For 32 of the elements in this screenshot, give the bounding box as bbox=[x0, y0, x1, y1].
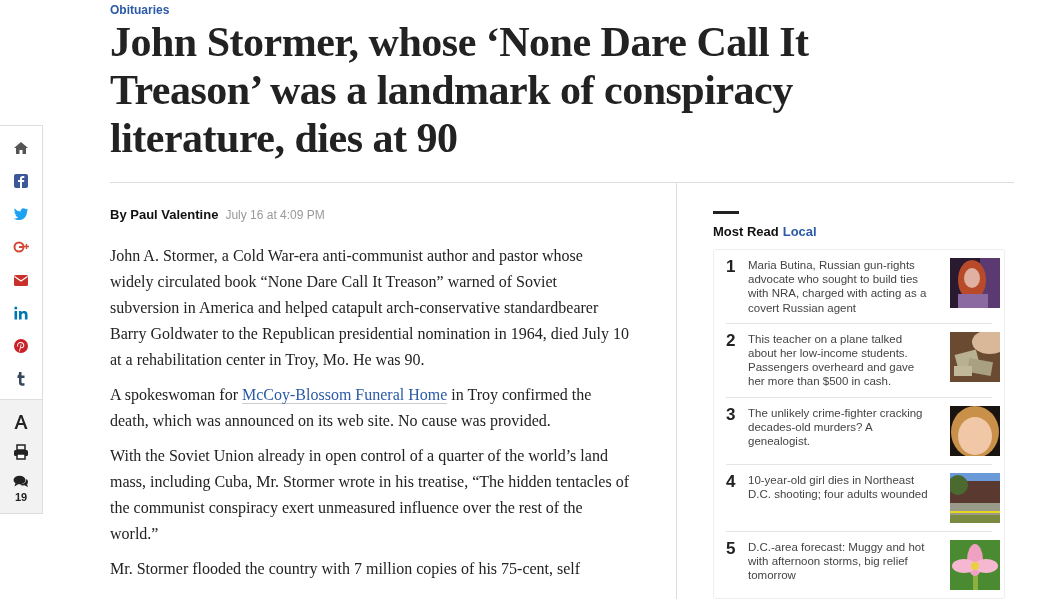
paragraph: Mr. Stormer flooded the country with 7 million copies of his 75-cent, self bbox=[110, 559, 582, 580]
story-link[interactable]: D.C.-area forecast: Muggy and hot with afternoon storms, big relief tomorrow bbox=[748, 539, 932, 590]
paragraph: A spokeswoman for McCoy-Blossom Funeral Home in Troy confirmed the death, which was announced on its web site. No cause was provided. bbox=[110, 385, 593, 432]
paragraph: With the Soviet Union already in open control of a quarter of the world’s land mass, including Cuba, Mr. Stormer wrote in his treatise, “The hidden tentacles of the communist conspiracy exert unmeasured influence over the rest of the world.” bbox=[110, 446, 630, 544]
email-icon[interactable] bbox=[13, 272, 29, 288]
twitter-icon[interactable] bbox=[13, 206, 29, 222]
facebook-icon[interactable] bbox=[13, 173, 29, 189]
paragraph: John A. Stormer, a Cold War-era anti-communist author and pastor whose widely circulated book “None Dare Call It Treason” warned of Soviet subversion in America and helped catapult arch-conservative standardbearer Barry Goldwater to the Republican presidential nomination in 1964, died July 10 at a rehabilitation center in Troy, Mo. He was 90. bbox=[110, 246, 630, 371]
linkedin-icon[interactable] bbox=[13, 305, 29, 321]
rank-number: 2 bbox=[726, 331, 737, 352]
story-link[interactable]: The unlikely crime-fighter cracking decades-old murders? A genealogist. bbox=[748, 405, 932, 456]
most-read-section[interactable]: Local bbox=[782, 224, 817, 239]
story-link[interactable]: This teacher on a plane talked about her low-income students. Passengers overheard and gave her more than $500 in cash. bbox=[748, 331, 932, 389]
rank-number: 3 bbox=[726, 405, 737, 426]
home-icon[interactable] bbox=[13, 140, 29, 156]
comment-count: 19 bbox=[14, 491, 28, 503]
rank-number: 4 bbox=[726, 472, 737, 493]
most-read-title: Most Read bbox=[713, 224, 779, 239]
font-size-icon[interactable] bbox=[13, 414, 29, 430]
funeral-home-link[interactable]: McCoy-Blossom Funeral Home bbox=[242, 386, 448, 404]
author-name: By Paul Valentine bbox=[110, 207, 219, 222]
section-label[interactable]: Obituaries bbox=[110, 3, 170, 17]
print-icon[interactable] bbox=[13, 444, 29, 460]
rank-number: 1 bbox=[726, 258, 737, 278]
publish-time: July 16 at 4:09 PM bbox=[225, 208, 325, 222]
comments-icon[interactable] bbox=[13, 474, 29, 490]
google-plus-icon[interactable] bbox=[12, 239, 30, 255]
pinterest-icon[interactable] bbox=[13, 338, 29, 354]
story-link[interactable]: 10-year-old girl dies in Northeast D.C. shooting; four adults wounded bbox=[748, 472, 932, 523]
headline: John Stormer, whose ‘None Dare Call It Treason’ was a landmark of conspiracy literature, dies at 90 bbox=[110, 18, 810, 162]
rank-number: 5 bbox=[726, 539, 737, 560]
story-link[interactable]: Maria Butina, Russian gun-rights advocate who sought to build ties with NRA, charged with acting as a covert Russian agent bbox=[748, 258, 932, 315]
